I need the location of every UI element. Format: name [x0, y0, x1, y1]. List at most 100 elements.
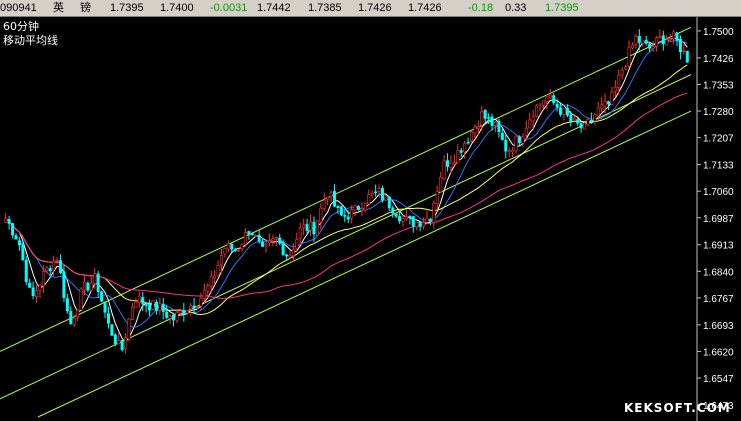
- candle-body: [415, 221, 419, 228]
- candle-body: [322, 200, 326, 209]
- candle-body: [117, 340, 121, 345]
- candle-body: [48, 268, 52, 272]
- candle-body: [206, 285, 210, 292]
- candle: [339, 205, 343, 217]
- candle-body: [559, 107, 563, 115]
- candle: [110, 324, 114, 336]
- chart-background: [0, 17, 741, 421]
- y-tick-label-3: 1.7280: [703, 107, 734, 118]
- candle-body: [627, 47, 631, 67]
- quote-v8: -0.18: [468, 2, 494, 14]
- candle-body: [665, 39, 669, 46]
- candle-body: [562, 108, 566, 115]
- candle-body: [589, 120, 593, 122]
- candle-body: [572, 118, 576, 121]
- candle-body: [446, 160, 450, 167]
- candle-body: [411, 216, 415, 227]
- candle-body: [514, 136, 518, 151]
- candle-body: [356, 206, 360, 211]
- candle-body: [401, 218, 405, 222]
- candle-body: [89, 282, 93, 291]
- candle-body: [329, 192, 333, 197]
- candle-body: [339, 206, 343, 216]
- candle-body: [538, 103, 542, 106]
- candle-body: [363, 203, 367, 211]
- candle-body: [476, 126, 480, 129]
- candle-body: [644, 39, 648, 44]
- candle-body: [62, 271, 66, 298]
- candle-body: [552, 95, 556, 104]
- candle-body: [333, 191, 337, 207]
- candle-body: [302, 224, 306, 229]
- candle-body: [274, 237, 278, 240]
- candle-body: [528, 119, 532, 129]
- candle-body: [161, 303, 165, 312]
- candle-body: [651, 45, 655, 49]
- candle-body: [285, 254, 289, 257]
- candle-body: [428, 219, 432, 222]
- candle-body: [134, 301, 138, 309]
- candle-body: [624, 66, 628, 70]
- y-axis: 1.7500 1.7426 1.7353 1.7280 1.7207 1.7133 1.70…: [697, 27, 734, 412]
- candle-body: [500, 132, 504, 140]
- candle-body: [346, 216, 350, 220]
- candle-body: [531, 116, 535, 122]
- candle-body: [41, 271, 45, 287]
- candle-body: [247, 231, 251, 235]
- y-tick-label-2: 1.7353: [703, 80, 734, 91]
- quote-name: 英: [53, 2, 64, 14]
- candle-body: [31, 287, 35, 297]
- candle-body: [7, 219, 11, 224]
- candle: [470, 130, 474, 143]
- candle-body: [370, 192, 374, 196]
- candle-body: [634, 36, 638, 45]
- candle-body: [583, 122, 587, 130]
- quote-v3: -0.0031: [210, 2, 248, 14]
- indicator-label: 移动平均线: [3, 33, 58, 47]
- candle-body: [343, 215, 347, 217]
- candle-body: [384, 195, 388, 201]
- period-label: 60分钟: [3, 19, 39, 33]
- candle-body: [610, 92, 614, 105]
- quote-bar: 090941 英 镑 1.7395 1.7400 -0.0031 1.7442 …: [0, 0, 741, 17]
- candle-body: [148, 304, 152, 311]
- candle-body: [391, 207, 395, 214]
- candle-body: [404, 216, 408, 220]
- y-tick-label-4: 1.7207: [703, 134, 734, 145]
- candle-body: [374, 191, 378, 194]
- candle: [384, 194, 388, 202]
- candle-body: [630, 44, 634, 49]
- candle-body: [209, 276, 213, 287]
- candle-body: [600, 104, 604, 109]
- y-tick-label-13: 1.6547: [703, 374, 734, 385]
- candle-body: [196, 306, 200, 309]
- candle-body: [367, 194, 371, 205]
- candle-body: [120, 339, 124, 351]
- candle-body: [189, 305, 193, 310]
- candle: [685, 50, 689, 63]
- candle-body: [418, 221, 422, 227]
- y-tick-label-6: 1.7060: [703, 187, 734, 198]
- candle-body: [154, 301, 158, 311]
- candle-body: [151, 300, 155, 310]
- y-tick-label-11: 1.6693: [703, 321, 734, 332]
- candle-body: [103, 301, 107, 313]
- candle-body: [350, 209, 354, 219]
- candle: [120, 339, 124, 352]
- candle-body: [144, 304, 148, 306]
- candle-body: [45, 267, 49, 272]
- y-tick-label-8: 1.6913: [703, 241, 734, 252]
- candle-body: [452, 162, 456, 165]
- candle-body: [449, 162, 453, 168]
- candle: [21, 241, 25, 261]
- candle-body: [360, 208, 364, 211]
- candle-body: [52, 260, 56, 271]
- candle-body: [59, 260, 63, 273]
- candle-body: [620, 70, 624, 76]
- candle-body: [305, 224, 309, 231]
- candle-body: [637, 36, 641, 43]
- candle-body: [230, 244, 234, 250]
- candle-body: [576, 119, 580, 124]
- candle-body: [17, 240, 21, 246]
- candle-body: [432, 203, 436, 223]
